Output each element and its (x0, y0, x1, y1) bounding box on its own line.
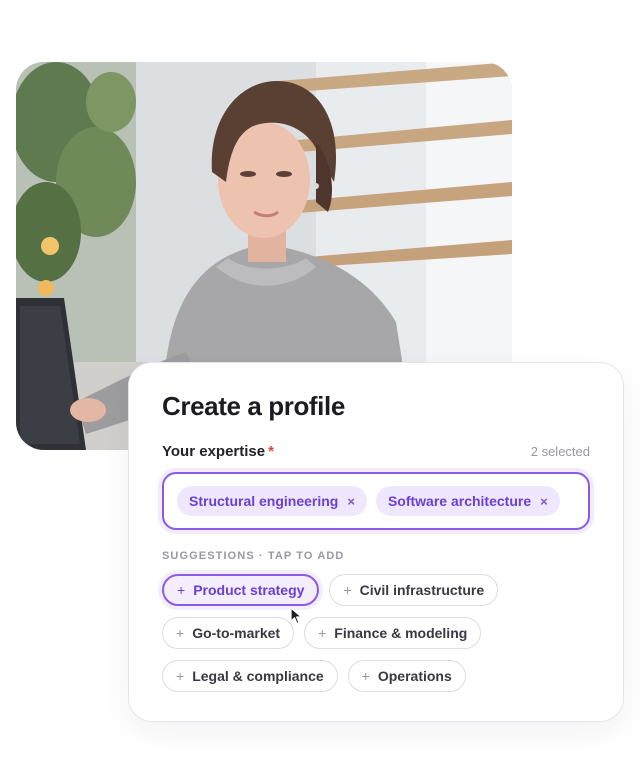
expertise-label: Your expertise * (162, 443, 274, 460)
required-marker: * (268, 443, 274, 460)
plus-icon: + (361, 668, 370, 684)
suggestion-chip-civil-infrastructure[interactable]: + Civil infrastructure (329, 574, 499, 606)
expertise-field-header: Your expertise * 2 selected (162, 443, 590, 460)
chip-label: Legal & compliance (192, 668, 324, 684)
plus-icon: + (318, 625, 327, 641)
expertise-tag-input[interactable]: Structural engineering × Software archit… (162, 472, 590, 530)
suggestions-label: SUGGESTIONS · TAP TO ADD (162, 550, 345, 562)
plus-icon: + (176, 625, 185, 641)
selected-tag: Software architecture × (375, 486, 560, 516)
plus-icon: + (343, 582, 352, 598)
tag-label: Software architecture (387, 493, 532, 509)
suggestion-chips: + Product strategy + Civil infrastructur… (162, 574, 582, 692)
create-profile-card: Create a profile Your expertise * 2 selec… (128, 362, 624, 722)
mouse-cursor-icon (290, 607, 303, 625)
selected-tag: Structural engineering × (177, 486, 367, 516)
suggestion-chip-finance-modeling[interactable]: + Finance & modeling (304, 617, 482, 649)
card-title: Create a profile (162, 391, 345, 421)
chip-label: Finance & modeling (334, 625, 468, 641)
expertise-label-text: Your expertise (162, 443, 266, 460)
close-icon[interactable]: × (540, 494, 548, 509)
chip-label: Product strategy (193, 582, 305, 598)
close-icon[interactable]: × (347, 494, 355, 509)
plus-icon: + (177, 582, 186, 598)
tag-label: Structural engineering (189, 493, 339, 509)
suggestion-chip-legal-compliance[interactable]: + Legal & compliance (162, 660, 338, 692)
selected-count: 2 selected (530, 444, 590, 459)
suggestion-chip-operations[interactable]: + Operations (347, 660, 466, 692)
chip-label: Go-to-market (192, 625, 281, 641)
plus-icon: + (176, 668, 185, 684)
chip-label: Civil infrastructure (359, 582, 485, 598)
chip-label: Operations (377, 668, 452, 684)
suggestion-chip-go-to-market[interactable]: + Go-to-market (162, 617, 295, 649)
suggestion-chip-product-strategy[interactable]: + Product strategy (162, 574, 320, 606)
